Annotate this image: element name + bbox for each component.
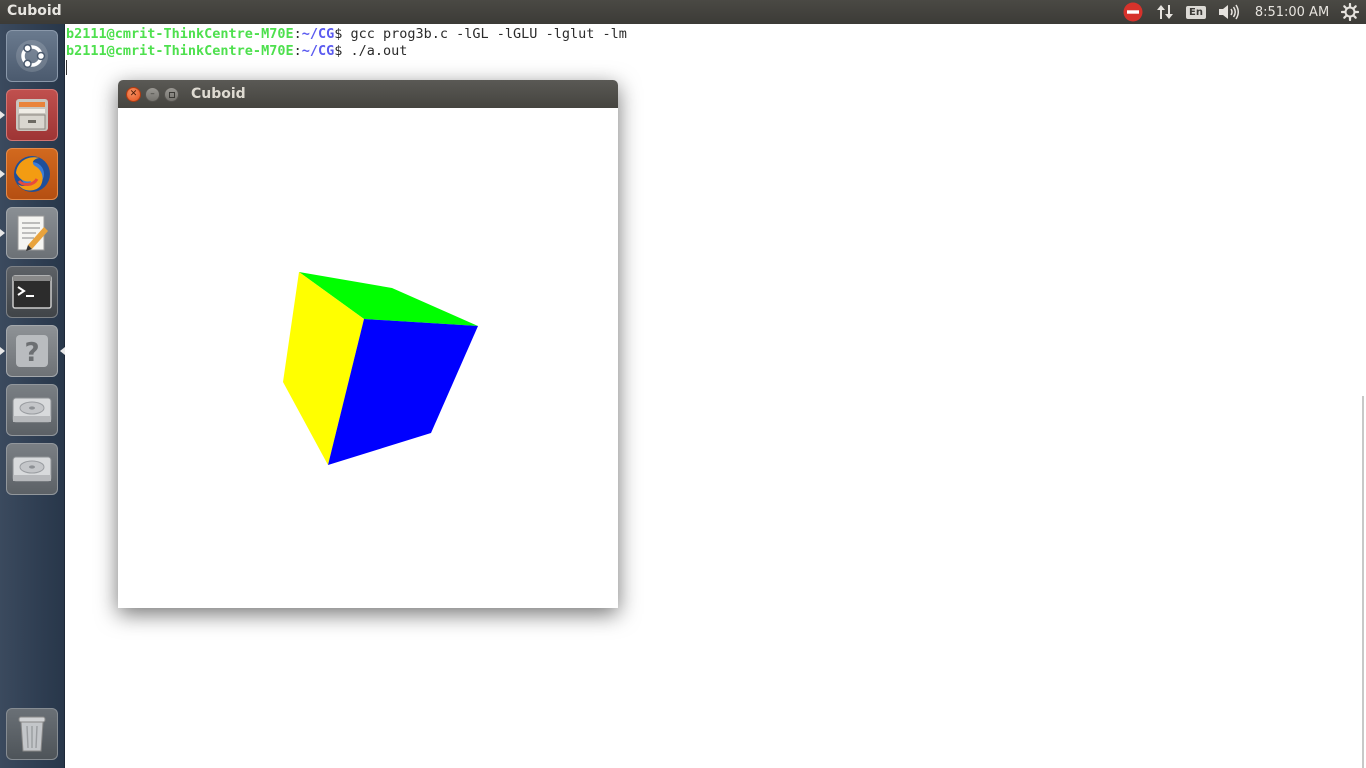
focus-indicator (60, 347, 65, 355)
running-indicator (0, 229, 5, 237)
terminal-line: b2111@cmrit-ThinkCentre-M70E:~/CG$ ./a.o… (66, 43, 627, 60)
firefox-icon[interactable] (6, 148, 58, 200)
window-titlebar[interactable]: ✕ – Cuboid (118, 80, 618, 108)
maximize-icon (168, 91, 175, 98)
prompt-symbol: $ (334, 26, 351, 42)
running-indicator (0, 111, 5, 119)
trash-icon[interactable] (6, 708, 58, 760)
help-icon[interactable]: ? (6, 325, 58, 377)
command-text: gcc prog3b.c -lGL -lGLU -lglut -lm (350, 26, 627, 42)
running-indicator (0, 347, 5, 355)
top-panel: Cuboid En 8:51:00 AM (0, 0, 1366, 24)
running-indicator (0, 170, 5, 178)
volume-icon[interactable] (1217, 0, 1241, 24)
minimize-button[interactable]: – (145, 87, 160, 102)
launcher: ? (0, 24, 65, 768)
files-icon[interactable] (6, 89, 58, 141)
ubuntu-dash-icon[interactable] (6, 30, 58, 82)
prompt-path: ~/CG (301, 43, 335, 59)
terminal-output[interactable]: b2111@cmrit-ThinkCentre-M70E:~/CG$ gcc p… (66, 26, 627, 60)
network-arrows-icon[interactable] (1154, 0, 1176, 24)
cuboid-render (283, 272, 478, 465)
opengl-canvas[interactable] (118, 108, 618, 608)
close-button[interactable]: ✕ (126, 87, 141, 102)
terminal-icon[interactable] (6, 266, 58, 318)
command-text: ./a.out (350, 43, 408, 59)
svg-text:?: ? (24, 338, 39, 368)
close-icon: ✕ (129, 89, 138, 99)
cuboid-window[interactable]: ✕ – Cuboid (118, 80, 618, 608)
app-title: Cuboid (7, 3, 62, 19)
text-editor-icon[interactable] (6, 207, 58, 259)
window-title: Cuboid (191, 86, 246, 102)
prompt-user: b2111@cmrit-ThinkCentre-M70E (66, 26, 294, 42)
terminal-scrollbar[interactable] (1362, 396, 1364, 768)
clock[interactable]: 8:51:00 AM (1250, 0, 1334, 24)
terminal-cursor (66, 60, 67, 75)
terminal-line: b2111@cmrit-ThinkCentre-M70E:~/CG$ gcc p… (66, 26, 627, 43)
maximize-button[interactable] (164, 87, 179, 102)
prompt-sep: : (293, 26, 302, 42)
no-entry-icon[interactable] (1122, 0, 1144, 24)
drive-icon[interactable] (6, 384, 58, 436)
prompt-sep: : (293, 43, 302, 59)
keyboard-language-icon[interactable]: En (1185, 0, 1207, 24)
prompt-path: ~/CG (301, 26, 335, 42)
drive-icon[interactable] (6, 443, 58, 495)
minimize-icon: – (150, 89, 155, 99)
language-indicator: En (1186, 5, 1206, 19)
prompt-symbol: $ (334, 43, 351, 59)
gear-icon[interactable] (1339, 0, 1361, 24)
prompt-user: b2111@cmrit-ThinkCentre-M70E (66, 43, 294, 59)
